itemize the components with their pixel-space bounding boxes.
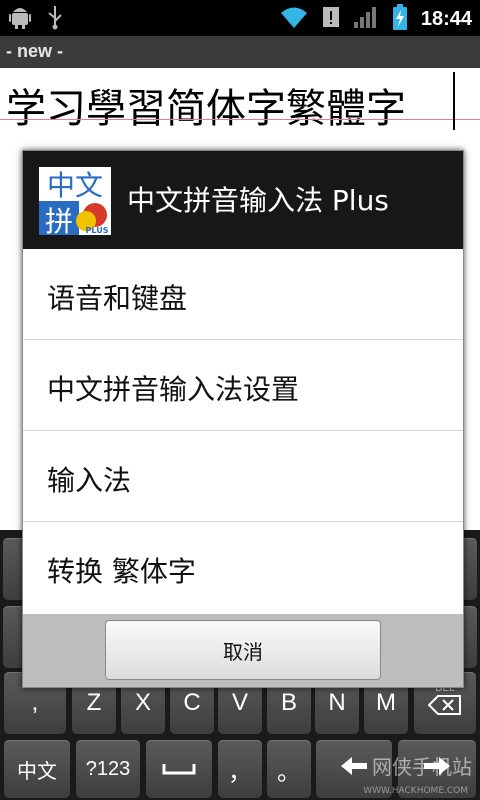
watermark-text: 网侠手机站 bbox=[372, 755, 472, 779]
logo-text-top: 中文 bbox=[47, 169, 103, 202]
option-label: 输入法 bbox=[47, 464, 132, 497]
cancel-button[interactable]: 取消 bbox=[105, 620, 381, 680]
key-cn-comma[interactable]: ， bbox=[218, 740, 262, 798]
editor-underline bbox=[0, 119, 480, 120]
option-label: 中文拼音输入法设置 bbox=[47, 373, 300, 406]
app-title-bar: - new - bbox=[0, 36, 480, 68]
battery-charging-icon bbox=[391, 3, 409, 35]
key-symbols[interactable]: ?123 bbox=[76, 740, 140, 798]
usb-icon bbox=[46, 4, 64, 34]
logo-text-bottom: 拼 bbox=[45, 205, 73, 235]
spacebar-key[interactable] bbox=[146, 740, 212, 798]
ime-options-dialog: 中文 拼 PLUS 中文拼音输入法 Plus 语音和键盘 中文拼音输入法设置 输… bbox=[22, 150, 464, 688]
android-icon bbox=[8, 4, 32, 34]
status-time: 18:44 bbox=[420, 7, 472, 30]
arrow-left-icon bbox=[339, 755, 369, 784]
backspace-icon bbox=[427, 694, 462, 723]
text-caret bbox=[453, 72, 455, 130]
option-voice-and-keyboard[interactable]: 语音和键盘 bbox=[23, 249, 463, 340]
signal-icon bbox=[353, 4, 379, 34]
app-logo: 中文 拼 PLUS bbox=[39, 167, 111, 238]
editor-text[interactable]: 学习學習简体字繁體字 bbox=[6, 76, 406, 134]
key-cn-period[interactable]: 。 bbox=[267, 740, 311, 798]
dialog-footer: 取消 bbox=[23, 614, 463, 687]
option-ime-settings[interactable]: 中文拼音输入法设置 bbox=[23, 340, 463, 431]
wifi-icon bbox=[279, 4, 309, 34]
status-bar: 18:44 bbox=[0, 0, 480, 36]
app-title: - new - bbox=[6, 41, 63, 61]
logo-badge: PLUS bbox=[86, 226, 109, 235]
option-convert-traditional[interactable]: 转换 繁体字 bbox=[23, 522, 463, 612]
option-label: 转换 繁体字 bbox=[47, 555, 196, 588]
watermark-url: WWW.HACKHOME.COM bbox=[363, 786, 468, 796]
dialog-header: 中文 拼 PLUS 中文拼音输入法 Plus bbox=[23, 151, 463, 249]
option-input-method[interactable]: 输入法 bbox=[23, 431, 463, 522]
key-language[interactable]: 中文 bbox=[4, 740, 70, 798]
dialog-title: 中文拼音输入法 Plus bbox=[127, 184, 389, 217]
space-icon bbox=[162, 755, 196, 783]
alert-icon bbox=[321, 4, 341, 34]
option-label: 语音和键盘 bbox=[47, 282, 188, 315]
dialog-options-list: 语音和键盘 中文拼音输入法设置 输入法 转换 繁体字 bbox=[23, 249, 463, 614]
